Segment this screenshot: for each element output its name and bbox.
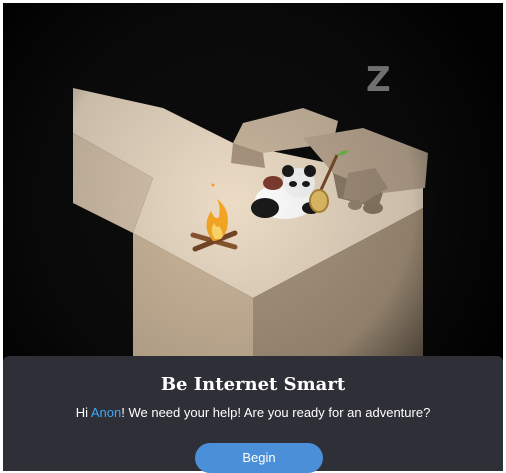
dialog-message: Hi Anon! We need your help! Are you read… [3,405,503,420]
dialog-title: Be Internet Smart [160,374,346,395]
player-name: Anon [90,405,122,420]
intro-dialog: Be Internet Smart Hi Anon! We need your … [3,356,503,473]
scene-illustration [3,3,503,363]
message-prefix: Hi [75,405,91,420]
sleep-z-indicator: Z [366,60,391,100]
begin-button[interactable]: Begin [195,443,323,473]
game-scene: Z [3,3,503,363]
message-suffix: ! We need your help! Are you ready for a… [121,405,431,420]
